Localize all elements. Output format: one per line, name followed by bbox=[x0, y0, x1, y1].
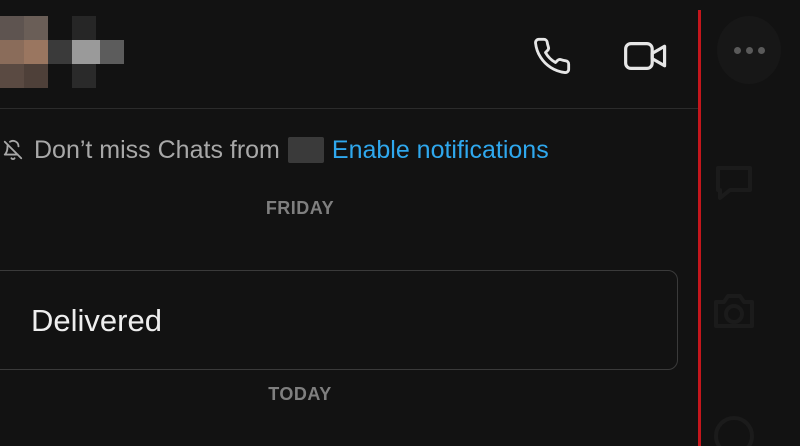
day-divider-today: TODAY bbox=[268, 384, 332, 404]
more-horizontal-icon bbox=[733, 46, 741, 54]
more-options-button[interactable] bbox=[717, 16, 781, 84]
video-call-button[interactable] bbox=[620, 30, 672, 82]
camera-icon[interactable] bbox=[710, 288, 758, 336]
chat-header bbox=[0, 0, 698, 109]
status-label: Delivered bbox=[31, 303, 162, 338]
video-camera-icon bbox=[624, 42, 667, 70]
side-rail bbox=[701, 0, 800, 446]
screen: Don’t miss Chats from Enable notificatio… bbox=[0, 0, 800, 446]
message-status-card[interactable]: Delivered bbox=[0, 270, 678, 370]
chat-pane: Don’t miss Chats from Enable notificatio… bbox=[0, 0, 698, 446]
contact-avatar[interactable] bbox=[0, 16, 124, 92]
voice-call-button[interactable] bbox=[526, 30, 578, 82]
stories-icon[interactable] bbox=[710, 412, 758, 446]
notification-text: Don’t miss Chats from bbox=[34, 135, 280, 164]
phone-icon bbox=[534, 37, 571, 74]
day-divider-friday: FRIDAY bbox=[265, 198, 335, 218]
chat-icon[interactable] bbox=[710, 160, 758, 208]
redacted-contact-name bbox=[287, 137, 324, 163]
bell-off-icon bbox=[0, 137, 26, 163]
notification-banner: Don’t miss Chats from Enable notificatio… bbox=[0, 130, 549, 170]
enable-notifications-link[interactable]: Enable notifications bbox=[332, 136, 549, 165]
